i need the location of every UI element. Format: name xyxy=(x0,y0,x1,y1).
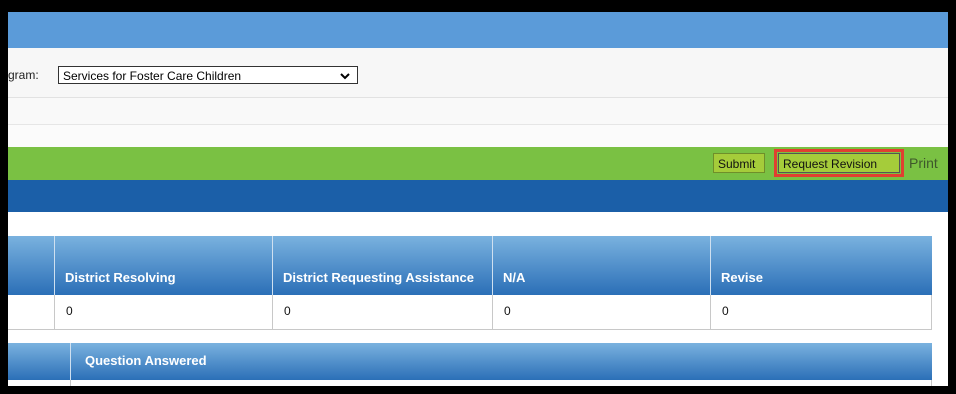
summary-header-revise: Revise xyxy=(711,236,932,295)
blank-row-1 xyxy=(8,98,948,125)
summary-table: District Resolving District Requesting A… xyxy=(8,236,932,332)
question-row-cell-0 xyxy=(8,380,71,386)
chevron-down-icon xyxy=(340,73,350,80)
question-row-cell-1 xyxy=(71,380,932,386)
question-header-answered: Question Answered xyxy=(71,343,932,380)
app-frame: gram: Services for Foster Care Children … xyxy=(8,12,948,386)
summary-header-district-resolving: District Resolving xyxy=(55,236,273,295)
print-button[interactable]: Print xyxy=(905,153,945,173)
summary-cell-district-requesting-assistance: 0 xyxy=(273,295,493,330)
summary-header-na: N/A xyxy=(493,236,711,295)
question-header-cell-0 xyxy=(8,343,71,380)
submit-button[interactable]: Submit xyxy=(713,153,765,173)
section-header-bar xyxy=(8,180,948,212)
request-revision-button[interactable]: Request Revision xyxy=(774,149,904,177)
summary-cell-0 xyxy=(8,295,55,330)
top-header-bar xyxy=(8,12,948,48)
blank-row-2 xyxy=(8,125,948,147)
question-table: Question Answered xyxy=(8,343,932,386)
program-label: gram: xyxy=(8,68,39,82)
program-row: gram: Services for Foster Care Children xyxy=(8,48,948,98)
summary-cell-na: 0 xyxy=(493,295,711,330)
summary-header-district-requesting-assistance: District Requesting Assistance xyxy=(273,236,493,295)
summary-cell-district-resolving: 0 xyxy=(55,295,273,330)
summary-cell-revise: 0 xyxy=(711,295,932,330)
summary-header-cell-0 xyxy=(8,236,55,295)
program-select-value: Services for Foster Care Children xyxy=(63,69,242,83)
program-select[interactable]: Services for Foster Care Children xyxy=(58,66,358,84)
action-toolbar: Submit Request Revision Print xyxy=(8,147,948,180)
